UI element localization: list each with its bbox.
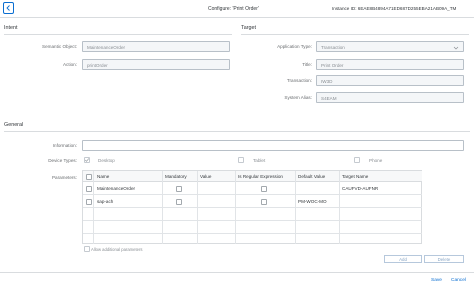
desktop-checkbox[interactable]: [84, 157, 90, 163]
row-divider: [83, 194, 422, 195]
desktop-label: Desktop: [98, 158, 115, 163]
is-regex-checkbox[interactable]: [261, 198, 267, 205]
header-name: Name: [97, 174, 110, 179]
checkmark-icon: [85, 158, 90, 163]
allow-additional-checkbox[interactable]: [84, 246, 90, 252]
system-alias-label: System Alias:: [284, 95, 312, 100]
transaction-field[interactable]: IW3D: [316, 75, 464, 86]
tablet-label: Tablet: [253, 158, 266, 163]
footer-bar: [0, 272, 474, 287]
header-value: Value: [200, 174, 212, 179]
semantic-object-field[interactable]: MaintenanceOrder: [82, 41, 230, 52]
header-is-regex: Is Regular Expression: [238, 174, 283, 179]
param-default-value[interactable]: PM-WOC-MO: [298, 199, 327, 205]
row-divider: [83, 220, 422, 221]
phone-label: Phone: [369, 158, 383, 163]
semantic-object-value: MaintenanceOrder: [87, 45, 126, 50]
semantic-object-label: Semantic Object:: [42, 44, 77, 49]
system-alias-value: S4EAM: [321, 96, 337, 101]
param-name[interactable]: MaintenanceOrder: [97, 186, 135, 192]
title-field[interactable]: Print Order: [316, 59, 464, 70]
intent-heading: Intent: [4, 25, 18, 31]
information-label: Information:: [52, 143, 77, 148]
device-types-label: Device Types:: [48, 158, 77, 163]
general-divider: [4, 131, 470, 132]
row-select-checkbox[interactable]: [85, 198, 92, 205]
title-label: Title:: [302, 62, 312, 67]
is-regex-checkbox[interactable]: [261, 185, 267, 192]
action-field[interactable]: printOrder: [82, 59, 230, 70]
app-type-select[interactable]: Transaction: [316, 41, 464, 52]
chevron-left-icon: [6, 5, 11, 12]
param-name[interactable]: sap-ach: [97, 199, 113, 205]
mandatory-checkbox[interactable]: [176, 185, 182, 192]
intent-divider: [4, 34, 232, 35]
header-default-value: Default Value: [298, 174, 326, 179]
param-target-name[interactable]: CAUFVD-AUFNR: [342, 186, 378, 192]
general-heading: General: [4, 122, 24, 128]
title-value: Print Order: [321, 63, 344, 68]
row-select-checkbox[interactable]: [85, 185, 92, 192]
instance-id: Instance ID: 6EAE8B4894A71ED687D255EBA21…: [332, 5, 457, 11]
app-type-label: Application Type:: [277, 44, 312, 49]
header-target-name: Target Name: [342, 174, 369, 179]
select-all-checkbox[interactable]: [85, 173, 92, 180]
add-button[interactable]: Add: [384, 255, 422, 263]
mandatory-checkbox[interactable]: [176, 198, 182, 205]
system-alias-field[interactable]: S4EAM: [316, 92, 464, 103]
save-button[interactable]: Save: [431, 278, 442, 284]
phone-checkbox[interactable]: [354, 157, 360, 163]
action-label: Action:: [62, 62, 77, 67]
action-value: printOrder: [87, 63, 108, 68]
app-type-value: Transaction: [321, 45, 345, 50]
allow-additional-label: Allow additional parameters: [91, 246, 143, 252]
parameters-label: Parameters:: [51, 175, 77, 180]
header-mandatory: Mandatory: [165, 174, 187, 179]
transaction-value: IW3D: [321, 79, 333, 84]
tablet-checkbox[interactable]: [238, 157, 244, 163]
back-button[interactable]: [3, 2, 14, 14]
target-divider: [241, 34, 469, 35]
transaction-label: Transaction:: [286, 78, 312, 83]
page-title: Configure: 'Print Order': [208, 5, 259, 12]
chevron-down-icon: [453, 46, 459, 49]
row-divider: [83, 233, 422, 234]
information-field[interactable]: [82, 140, 464, 151]
cancel-button[interactable]: Cancel: [451, 278, 466, 284]
target-heading: Target: [241, 25, 256, 31]
parameters-table: Name Mandatory Value Is Regular Expressi…: [82, 170, 422, 244]
row-divider: [83, 207, 422, 208]
delete-button[interactable]: Delete: [424, 255, 464, 263]
